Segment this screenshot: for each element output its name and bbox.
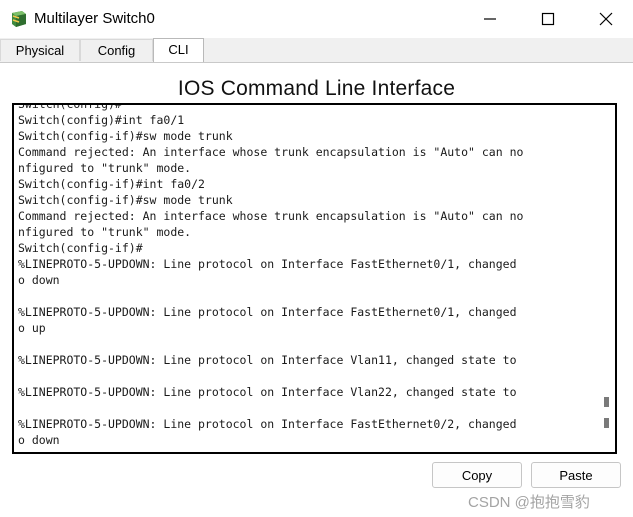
terminal-scrollbar[interactable] [601,105,613,452]
terminal-line: Switch(config-if)#sw mode trunk [18,129,233,143]
minimize-button[interactable] [462,0,520,38]
terminal-line: o down [18,273,60,287]
terminal-line: nfigured to "trunk" mode. [18,161,192,175]
terminal-line: Command rejected: An interface whose tru… [18,209,524,223]
terminal-line: Switch(config)# [18,103,122,111]
cli-panel: IOS Command Line Interface Switch(config… [0,62,633,517]
terminal-line: o down [18,433,60,447]
minimize-icon [484,18,496,20]
scrollbar-thumb[interactable] [604,397,609,407]
terminal-line: Switch(config)#int fa0/1 [18,113,185,127]
terminal-output: Switch(config)# Switch(config)#int fa0/1 S… [18,103,598,448]
tab-cli[interactable]: CLI [153,38,204,63]
terminal-line: Command rejected: An interface whose tru… [18,145,524,159]
cli-terminal[interactable]: Switch(config)# Switch(config)#int fa0/1 S… [12,103,617,454]
maximize-icon [541,12,555,26]
terminal-line: %LINEPROTO-5-UPDOWN: Line protocol on In… [18,385,517,399]
terminal-line: %LINEPROTO-5-UPDOWN: Line protocol on In… [18,353,517,367]
terminal-line: Switch(config-if)#sw mode trunk [18,193,233,207]
watermark: CSDN @抱抱雪豹 [468,494,590,511]
terminal-line: Switch(config-if)# [18,241,143,255]
terminal-line: nfigured to "trunk" mode. [18,225,192,239]
tab-config[interactable]: Config [80,39,153,61]
copy-button[interactable]: Copy [432,462,522,488]
terminal-line: %LINEPROTO-5-UPDOWN: Line protocol on In… [18,305,517,319]
tab-bar: Physical Config CLI [0,38,633,63]
cli-heading: IOS Command Line Interface [177,77,456,100]
terminal-line: o up [18,321,46,335]
terminal-line: %LINEPROTO-5-UPDOWN: Line protocol on In… [18,417,517,431]
tab-physical[interactable]: Physical [0,39,80,61]
terminal-line: Switch(config-if)#int fa0/2 [18,177,205,191]
paste-button[interactable]: Paste [531,462,621,488]
maximize-button[interactable] [520,0,578,38]
close-button[interactable] [578,0,633,38]
window-title: Multilayer Switch0 [34,10,155,27]
terminal-line: %LINEPROTO-5-UPDOWN: Line protocol on In… [18,257,517,271]
title-bar: Multilayer Switch0 [0,0,633,38]
close-icon [599,12,613,26]
switch-device-icon [10,10,28,28]
scrollbar-thumb-lower[interactable] [604,418,609,428]
